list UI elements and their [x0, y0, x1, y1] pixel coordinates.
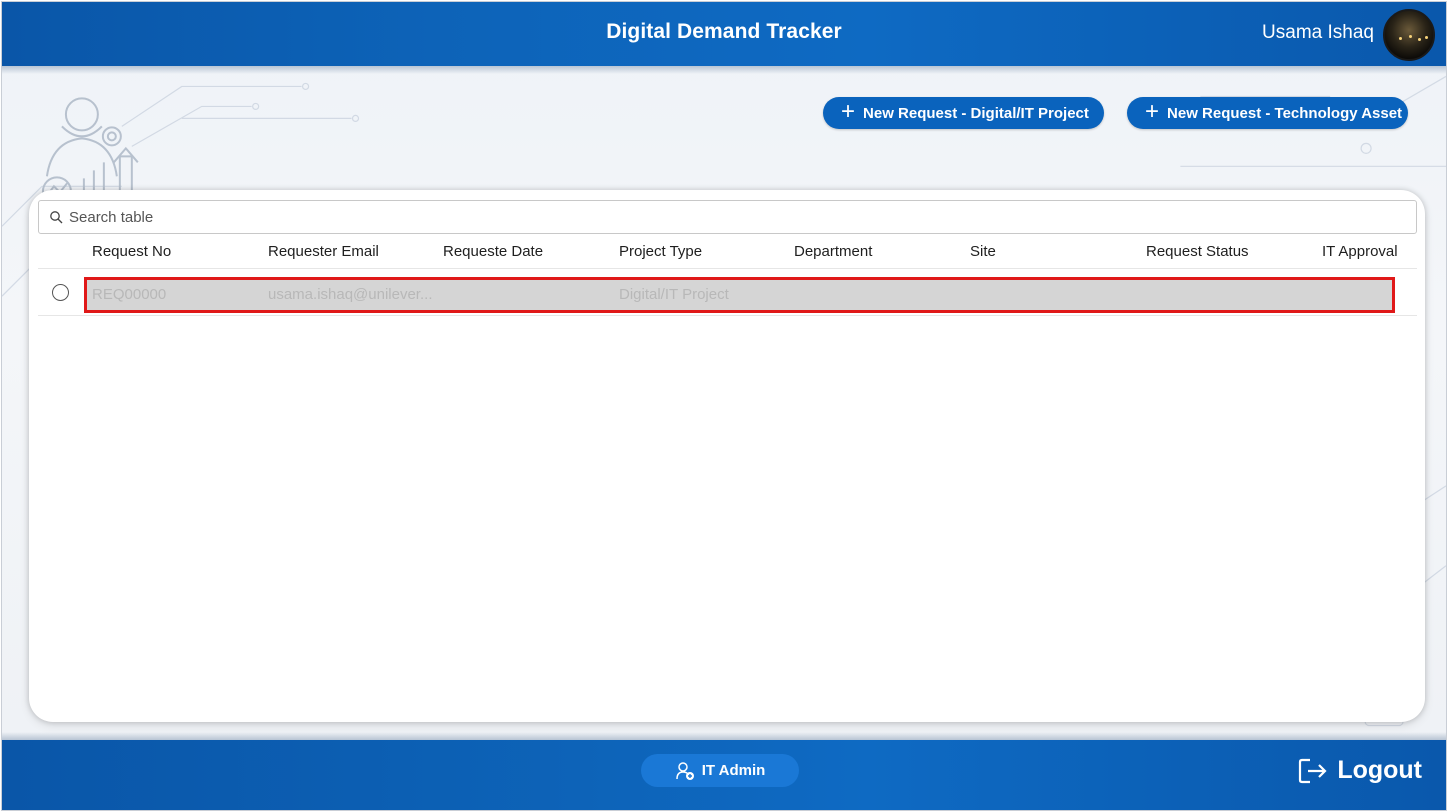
- cell-project-type: Digital/IT Project: [619, 286, 729, 303]
- logout-button[interactable]: Logout: [1298, 756, 1422, 785]
- column-header-requester-email[interactable]: Requester Email: [268, 243, 379, 260]
- user-name: Usama Ishaq: [1262, 22, 1374, 43]
- table-row[interactable]: REQ00000 usama.ishaq@unilever... Digital…: [38, 270, 1417, 316]
- bottom-bar: IT Admin Logout: [2, 732, 1446, 810]
- cell-requester-email: usama.ishaq@unilever...: [268, 286, 433, 303]
- it-admin-button[interactable]: IT Admin: [641, 754, 799, 787]
- search-icon: [50, 211, 63, 224]
- admin-user-icon: [675, 761, 694, 780]
- app-window: Digital Demand Tracker Usama Ishaq + New…: [1, 1, 1447, 811]
- top-bar: Digital Demand Tracker Usama Ishaq: [2, 2, 1446, 74]
- column-header-request-no[interactable]: Request No: [92, 243, 171, 260]
- logout-icon: [1299, 758, 1327, 783]
- row-select-radio[interactable]: [52, 284, 69, 301]
- column-header-request-date[interactable]: Requeste Date: [443, 243, 543, 260]
- search-box[interactable]: [38, 200, 1417, 234]
- it-admin-label: IT Admin: [701, 762, 766, 779]
- new-digital-project-label: New Request - Digital/IT Project: [863, 104, 1089, 122]
- column-header-it-approval[interactable]: IT Approval: [1322, 243, 1398, 260]
- cell-request-no: REQ00000: [92, 286, 167, 303]
- search-input[interactable]: [69, 208, 1369, 226]
- column-header-site[interactable]: Site: [970, 243, 996, 260]
- column-header-project-type[interactable]: Project Type: [619, 243, 702, 260]
- requests-table-card: Request No Requester Email Requeste Date…: [29, 190, 1425, 722]
- new-technology-asset-button[interactable]: + New Request - Technology Asset: [1127, 97, 1408, 129]
- column-header-request-status[interactable]: Request Status: [1146, 243, 1249, 260]
- logout-label: Logout: [1337, 756, 1422, 784]
- plus-icon: +: [841, 97, 856, 125]
- avatar[interactable]: [1383, 9, 1435, 61]
- plus-icon: +: [1145, 97, 1160, 125]
- new-digital-project-button[interactable]: + New Request - Digital/IT Project: [823, 97, 1104, 129]
- new-technology-asset-label: New Request - Technology Asset: [1167, 104, 1403, 122]
- table-header: Request No Requester Email Requeste Date…: [38, 234, 1417, 269]
- app-title: Digital Demand Tracker: [606, 20, 842, 43]
- column-header-department[interactable]: Department: [794, 243, 872, 260]
